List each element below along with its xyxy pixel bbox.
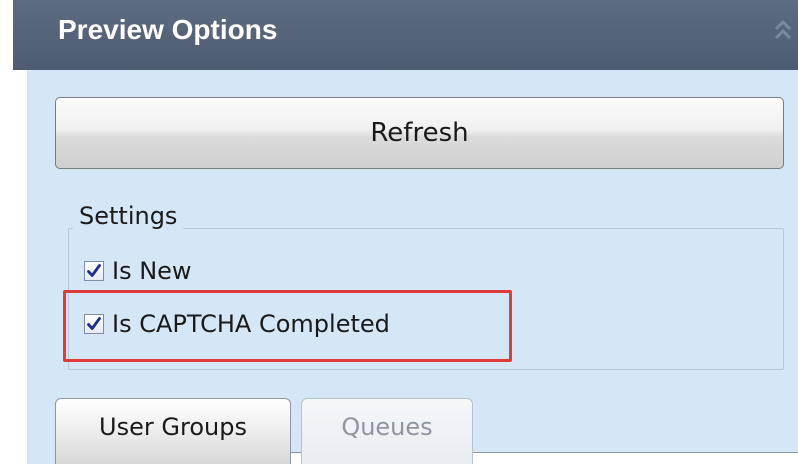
highlight-annotation: [63, 290, 512, 362]
panel-header[interactable]: Preview Options: [13, 0, 798, 70]
settings-legend: Settings: [73, 202, 184, 230]
is-new-checkbox[interactable]: Is New: [84, 255, 192, 287]
tab-queues[interactable]: Queues: [301, 398, 473, 464]
refresh-button[interactable]: Refresh: [55, 97, 784, 169]
is-new-label: Is New: [112, 257, 192, 285]
tab-user-groups[interactable]: User Groups: [55, 398, 291, 464]
checkbox-checked-icon[interactable]: [84, 261, 104, 281]
panel-title: Preview Options: [58, 14, 278, 45]
preview-options-panel: Preview Options Refresh Settings Is New …: [0, 0, 798, 464]
double-chevron-up-icon[interactable]: [772, 18, 794, 46]
